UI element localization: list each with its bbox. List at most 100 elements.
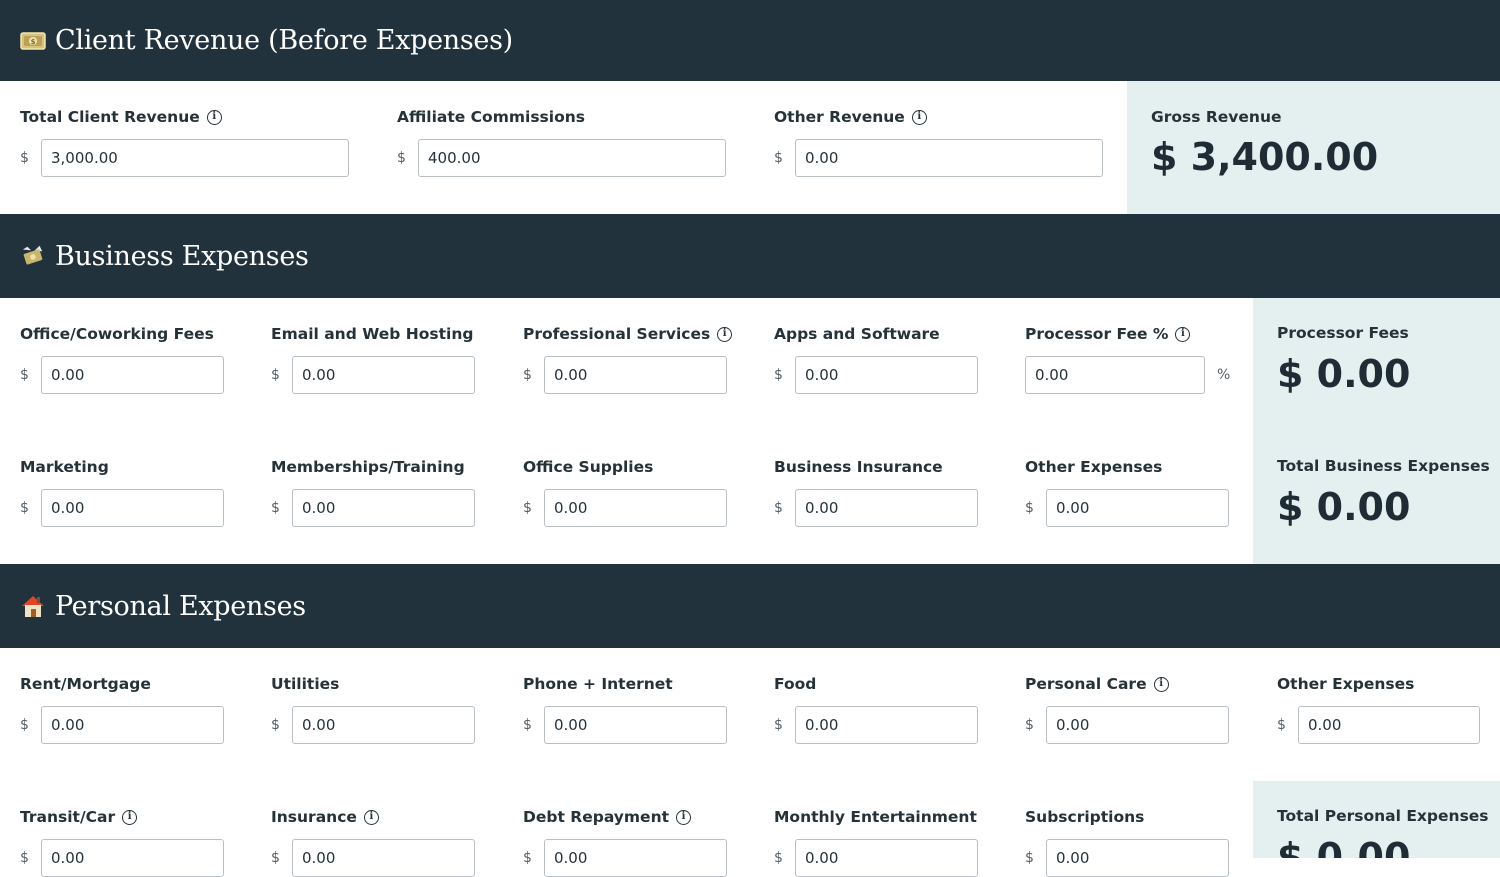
field-label: Food [774,675,817,693]
flying-money-icon [20,243,46,269]
insurance-input[interactable] [292,839,475,877]
total-client-revenue-input[interactable] [41,139,349,177]
total-business-expenses-value: $ 0.00 [1277,485,1411,529]
currency-symbol: $ [1025,850,1034,866]
business-other-expenses-field: Other Expenses $ [1025,457,1229,527]
total-personal-expenses-value: $ 0.00 [1277,835,1411,858]
field-label: Apps and Software [774,325,940,343]
info-icon[interactable]: i [1175,326,1191,342]
marketing-input[interactable] [41,489,224,527]
office-coworking-fees-input[interactable] [41,356,224,394]
debt-repayment-field: Debt Repayment i $ [523,807,727,877]
currency-symbol: $ [523,850,532,866]
marketing-field: Marketing $ [20,457,224,527]
rent-mortgage-field: Rent/Mortgage $ [20,674,224,744]
currency-symbol: $ [774,850,783,866]
total-client-revenue-field: Total Client Revenue i $ [20,107,349,177]
memberships-training-input[interactable] [292,489,475,527]
summary-label: Total Business Expenses [1277,457,1490,475]
professional-services-input[interactable] [544,356,727,394]
field-label: Other Expenses [1277,675,1415,693]
office-supplies-field: Office Supplies $ [523,457,727,527]
transit-car-field: Transit/Car i $ [20,807,224,877]
email-web-hosting-input[interactable] [292,356,475,394]
business-summary-panel: Processor Fees $ 0.00 Total Business Exp… [1253,298,1500,564]
business-insurance-input[interactable] [795,489,978,527]
apps-software-input[interactable] [795,356,978,394]
field-label: Monthly Entertainment [774,808,977,826]
summary-label: Gross Revenue [1151,108,1282,126]
personal-other-expenses-field: Other Expenses $ [1277,674,1480,744]
business-other-expenses-input[interactable] [1046,489,1229,527]
field-label: Business Insurance [774,458,943,476]
debt-repayment-input[interactable] [544,839,727,877]
personal-section-header: Personal Expenses [0,564,1500,648]
percent-suffix: % [1217,367,1231,383]
processor-fee-percent-field: Processor Fee % i % [1025,324,1230,394]
field-label: Office Supplies [523,458,654,476]
currency-symbol: $ [20,367,29,383]
field-label: Professional Services [523,325,711,343]
email-web-hosting-field: Email and Web Hosting $ [271,324,475,394]
field-label: Affiliate Commissions [397,108,585,126]
currency-symbol: $ [20,500,29,516]
info-icon[interactable]: i [717,326,733,342]
gross-revenue-value: $ 3,400.00 [1151,135,1379,179]
professional-services-field: Professional Services i $ [523,324,733,394]
subscriptions-field: Subscriptions $ [1025,807,1229,877]
svg-text:$: $ [31,38,36,46]
office-coworking-fees-field: Office/Coworking Fees $ [20,324,224,394]
transit-car-input[interactable] [41,839,224,877]
section-title: Personal Expenses [55,590,306,622]
office-supplies-input[interactable] [544,489,727,527]
business-section-header: Business Expenses [0,214,1500,298]
apps-software-field: Apps and Software $ [774,324,978,394]
money-bill-icon: $ [20,28,46,54]
info-icon[interactable]: i [1153,676,1169,692]
business-insurance-field: Business Insurance $ [774,457,978,527]
currency-symbol: $ [1277,717,1286,733]
currency-symbol: $ [271,717,280,733]
insurance-field: Insurance i $ [271,807,475,877]
other-revenue-input[interactable] [795,139,1103,177]
utilities-field: Utilities $ [271,674,475,744]
info-icon[interactable]: i [676,809,692,825]
currency-symbol: $ [774,500,783,516]
rent-mortgage-input[interactable] [41,706,224,744]
currency-symbol: $ [20,717,29,733]
currency-symbol: $ [271,500,280,516]
field-label: Office/Coworking Fees [20,325,214,343]
currency-symbol: $ [774,150,783,166]
processor-fee-percent-input[interactable] [1025,356,1205,394]
memberships-training-field: Memberships/Training $ [271,457,475,527]
info-icon[interactable]: i [363,809,379,825]
other-revenue-field: Other Revenue i $ [774,107,1103,177]
monthly-entertainment-input[interactable] [795,839,978,877]
info-icon[interactable]: i [911,109,927,125]
currency-symbol: $ [271,850,280,866]
currency-symbol: $ [271,367,280,383]
personal-summary-panel: Total Personal Expenses $ 0.00 [1253,781,1500,858]
field-label: Transit/Car [20,808,116,826]
subscriptions-input[interactable] [1046,839,1229,877]
field-label: Insurance [271,808,357,826]
utilities-input[interactable] [292,706,475,744]
personal-care-field: Personal Care i $ [1025,674,1229,744]
affiliate-commissions-input[interactable] [418,139,726,177]
field-label: Memberships/Training [271,458,465,476]
processor-fees-value: $ 0.00 [1277,352,1411,396]
personal-care-input[interactable] [1046,706,1229,744]
currency-symbol: $ [523,500,532,516]
info-icon[interactable]: i [122,809,138,825]
info-icon[interactable]: i [206,109,222,125]
personal-other-expenses-input[interactable] [1298,706,1480,744]
house-icon [20,593,46,619]
field-label: Total Client Revenue [20,108,200,126]
phone-internet-input[interactable] [544,706,727,744]
field-label: Phone + Internet [523,675,673,693]
field-label: Subscriptions [1025,808,1145,826]
section-title: Client Revenue (Before Expenses) [55,25,513,56]
field-label: Personal Care [1025,675,1147,693]
affiliate-commissions-field: Affiliate Commissions $ [397,107,726,177]
food-input[interactable] [795,706,978,744]
